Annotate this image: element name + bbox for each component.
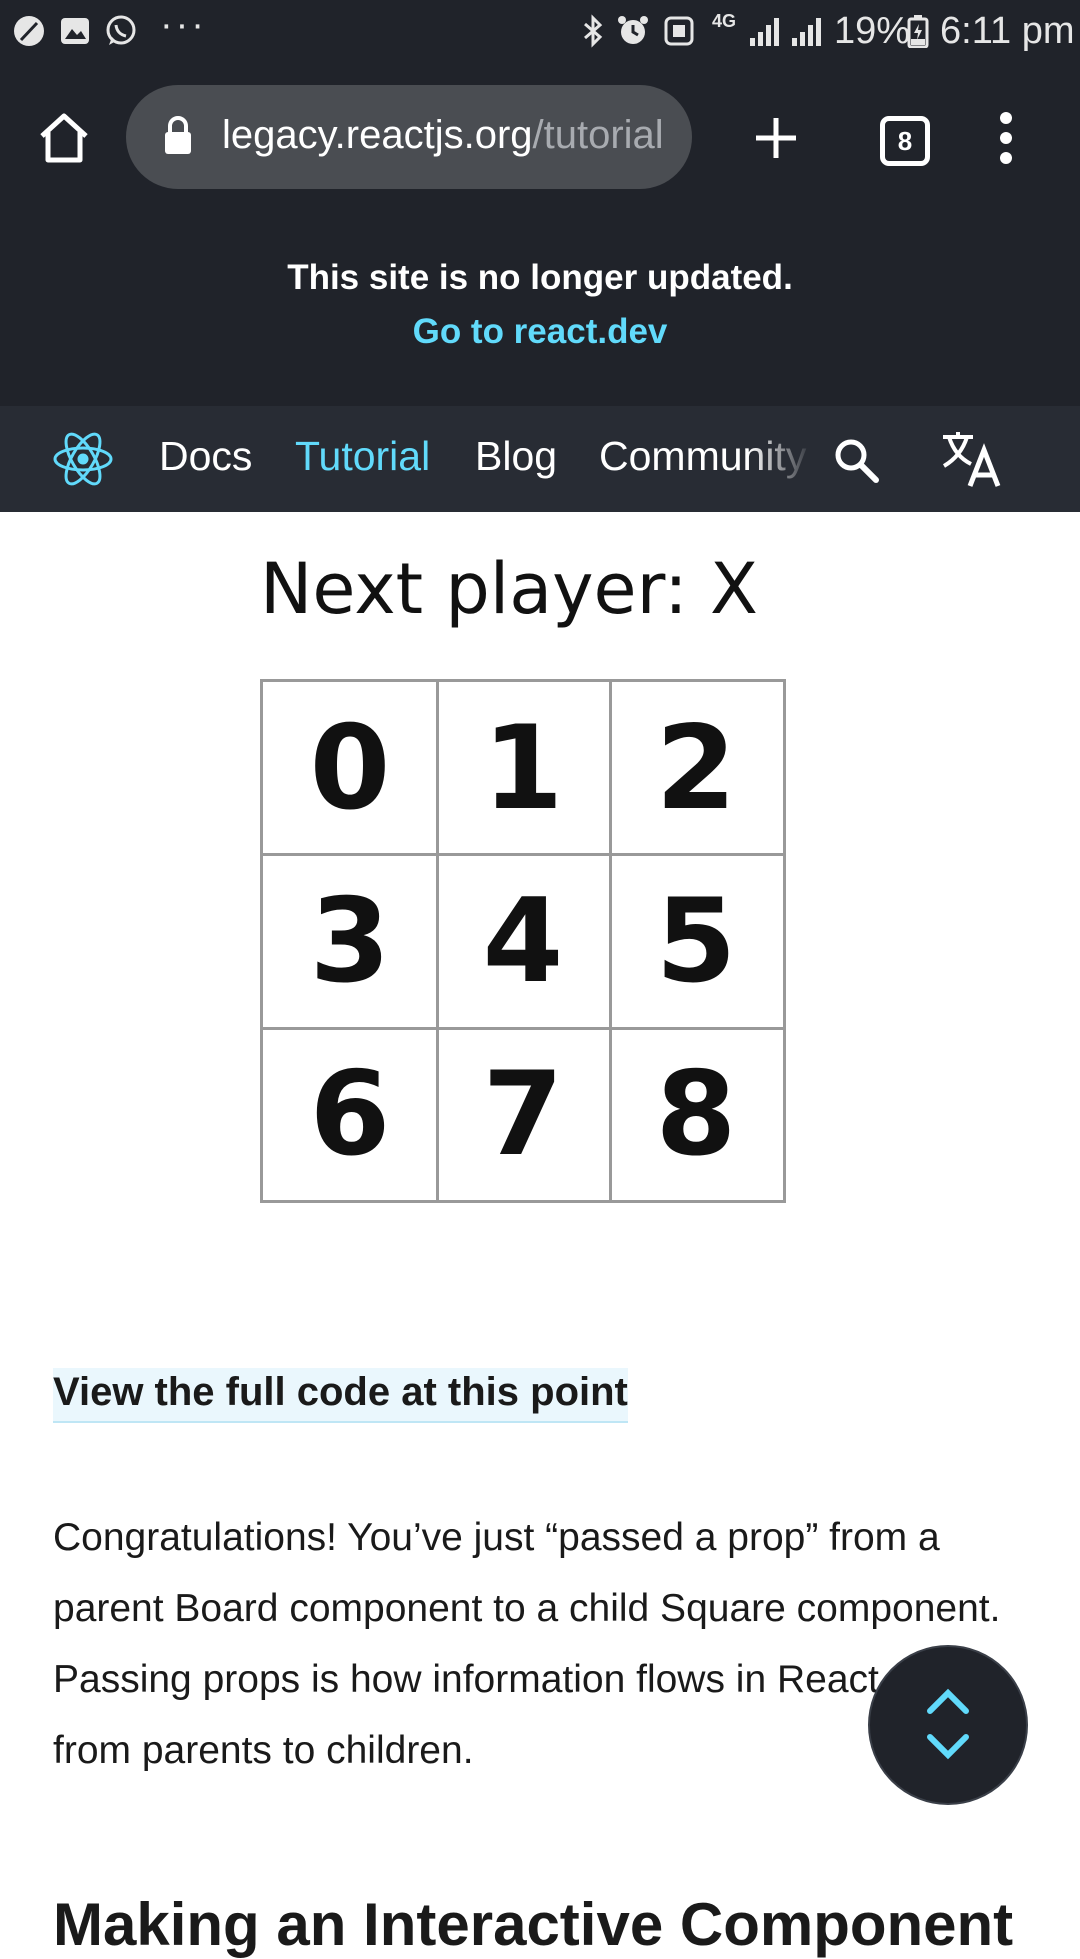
overflow-menu-icon[interactable] (996, 110, 1016, 166)
square-7[interactable]: 7 (436, 1028, 610, 1200)
legacy-banner: This site is no longer updated. Go to re… (0, 212, 1080, 406)
game-status: Next player: X (260, 548, 758, 630)
site-nav: Docs Tutorial Blog Community (0, 406, 1080, 512)
nav-community-clip: Community (599, 406, 813, 512)
browser-toolbar: legacy.reactjs.org/tutorial 8 (0, 66, 1080, 212)
nfc-icon (664, 16, 694, 46)
view-full-code-link[interactable]: View the full code at this point (53, 1368, 628, 1423)
square-0[interactable]: 0 (263, 682, 437, 854)
battery-percent: 19% (834, 10, 911, 52)
signal-icon (792, 18, 821, 46)
home-icon[interactable] (37, 111, 91, 165)
alarm-icon (618, 16, 648, 44)
scroll-fab[interactable] (868, 1645, 1028, 1805)
url-path: /tutorial (532, 113, 664, 157)
react-dev-link[interactable]: Go to react.dev (0, 312, 1080, 352)
square-5[interactable]: 5 (609, 855, 783, 1027)
whatsapp-icon (106, 15, 136, 45)
banner-message: This site is no longer updated. (287, 258, 793, 297)
tabs-button[interactable]: 8 (880, 116, 930, 166)
new-tab-plus-icon[interactable] (752, 114, 800, 162)
leaf-icon (14, 16, 44, 46)
square-6[interactable]: 6 (263, 1028, 437, 1200)
status-bar: ··· 4G 19% 6:11 pm (0, 0, 1080, 66)
more-dots-icon: ··· (160, 4, 207, 46)
square-4[interactable]: 4 (436, 855, 610, 1027)
section-heading: Making an Interactive Component (53, 1891, 1014, 1958)
address-bar[interactable]: legacy.reactjs.org/tutorial (126, 85, 692, 189)
gallery-icon (61, 18, 89, 44)
square-3[interactable]: 3 (263, 855, 437, 1027)
nav-docs[interactable]: Docs (159, 433, 252, 480)
url-host: legacy.reactjs.org (222, 113, 533, 157)
nav-blog[interactable]: Blog (475, 433, 557, 480)
chevron-down-icon[interactable] (924, 1733, 972, 1761)
game-board: 0 1 2 3 4 5 6 7 8 (260, 679, 786, 1203)
nav-tutorial[interactable]: Tutorial (295, 433, 430, 480)
search-icon[interactable] (832, 436, 880, 484)
react-logo-icon[interactable] (50, 428, 116, 490)
square-2[interactable]: 2 (609, 682, 783, 854)
square-1[interactable]: 1 (436, 682, 610, 854)
chevron-up-icon[interactable] (924, 1687, 972, 1715)
network-type: 4G (712, 11, 737, 31)
square-8[interactable]: 8 (609, 1028, 783, 1200)
nav-fade (749, 406, 813, 512)
lock-icon (165, 116, 191, 154)
signal-icon (750, 18, 779, 46)
clock: 6:11 pm (940, 10, 1075, 52)
battery-icon (907, 15, 929, 48)
bluetooth-icon (584, 14, 603, 48)
translate-icon[interactable] (940, 430, 1002, 488)
url-text: legacy.reactjs.org/tutorial (222, 113, 664, 158)
